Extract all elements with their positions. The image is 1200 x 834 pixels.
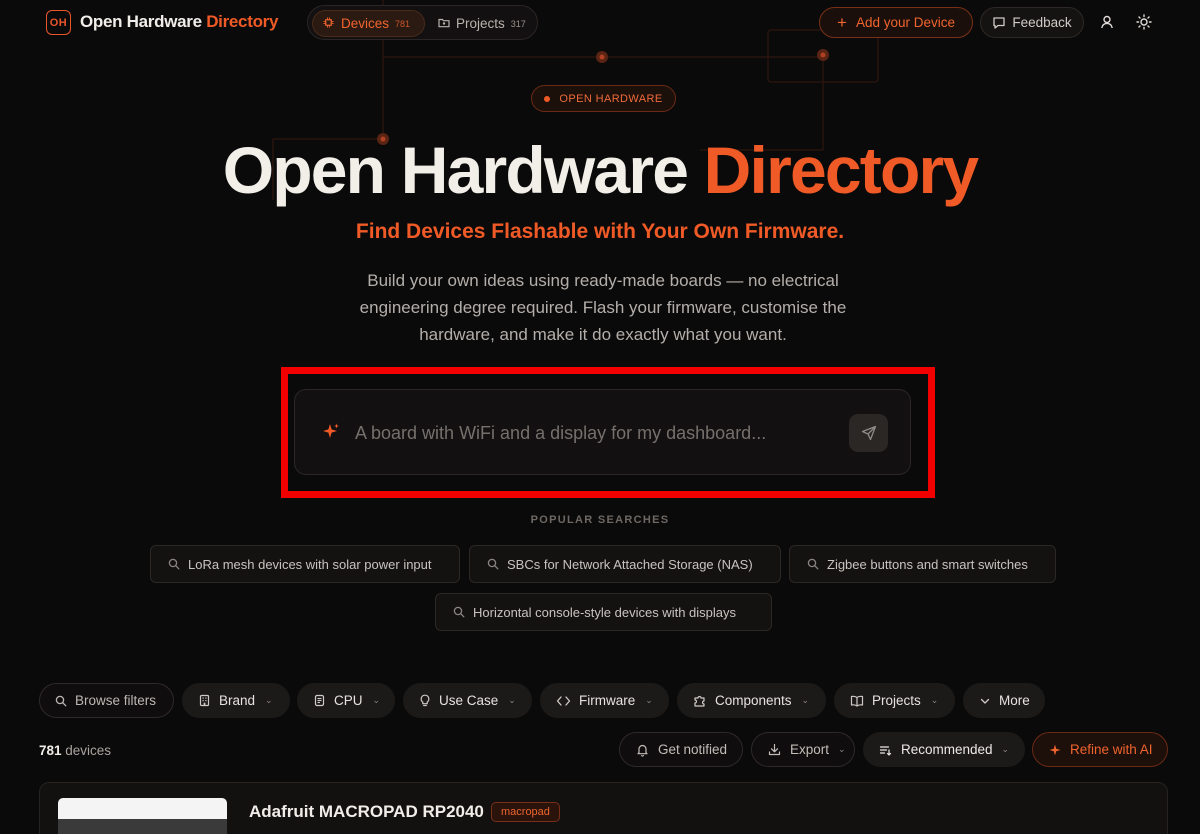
filter-use-case[interactable]: Use Case ⌄ [403, 683, 532, 718]
search-input[interactable] [355, 420, 825, 446]
popular-searches-label: POPULAR SEARCHES [530, 514, 670, 526]
feedback-button[interactable]: Feedback [980, 7, 1084, 38]
brand-title[interactable]: Open Hardware Directory [80, 12, 278, 32]
chevron-down-icon: ⌄ [838, 744, 846, 754]
hero-tagline: Find Devices Flashable with Your Own Fir… [355, 220, 845, 243]
chevron-down-icon: ⌄ [1001, 744, 1010, 754]
popular-search-label: SBCs for Network Attached Storage (NAS) [507, 556, 753, 572]
brand-title-part2: Directory [206, 12, 279, 31]
refine-with-ai-label: Refine with AI [1070, 742, 1153, 757]
chevron-down-icon: ⌄ [508, 695, 516, 705]
lightbulb-icon [420, 694, 430, 706]
dot-icon [544, 95, 551, 102]
badge-label: OPEN HARDWARE [559, 92, 663, 105]
filter-more-label: More [999, 693, 1030, 708]
user-icon[interactable] [1097, 12, 1117, 32]
add-device-label: Add your Device [855, 15, 955, 30]
filter-projects-label: Projects [872, 693, 921, 708]
device-count-number: 781 [39, 743, 62, 758]
browse-filters-button[interactable]: Browse filters [39, 683, 174, 718]
chevron-down-icon [980, 698, 990, 704]
brand-title-part1: Open Hardware [80, 12, 207, 31]
chevron-down-icon: ⌄ [372, 695, 381, 705]
device-name[interactable]: Adafruit MACROPAD RP2040 [249, 802, 484, 822]
book-icon [850, 695, 864, 707]
nav-tab-projects[interactable]: Projects 317 [428, 10, 533, 37]
chevron-down-icon: ⌄ [801, 695, 810, 705]
popular-search-label: LoRa mesh devices with solar power input [188, 556, 432, 572]
popular-search-chip[interactable]: Horizontal console-style devices with di… [435, 593, 772, 631]
nav-tab-devices-count: 781 [395, 18, 411, 29]
filter-more[interactable]: More [963, 683, 1045, 718]
sun-icon[interactable] [1134, 12, 1154, 32]
search-icon [55, 695, 67, 706]
feedback-label: Feedback [1012, 15, 1072, 30]
search-icon [487, 558, 499, 570]
cpu-icon [314, 694, 325, 707]
chevron-down-icon: ⌄ [645, 695, 653, 705]
folder-icon [438, 17, 456, 31]
filter-components[interactable]: Components ⌄ [677, 683, 826, 718]
popular-search-chip[interactable]: Zigbee buttons and smart switches [789, 545, 1056, 583]
export-button[interactable]: Export ⌄ [751, 732, 855, 767]
hero-title-part2: Directory [703, 133, 979, 207]
hero-title-part1: Open Hardware [222, 133, 704, 207]
filter-brand-label: Brand [219, 693, 256, 708]
nav-tab-projects-count: 317 [510, 18, 526, 29]
filter-firmware[interactable]: Firmware ⌄ [540, 683, 669, 718]
download-icon [768, 743, 781, 756]
refine-with-ai-button[interactable]: Refine with AI [1032, 732, 1168, 767]
get-notified-label: Get notified [658, 742, 728, 757]
device-tag[interactable]: macropad [491, 802, 560, 822]
hero-description: Build your own ideas using ready-made bo… [359, 271, 847, 344]
main-nav: Devices 781 Projects 317 [307, 5, 538, 40]
logo-icon[interactable]: OH [46, 10, 71, 35]
filter-firmware-label: Firmware [579, 693, 636, 708]
filter-brand[interactable]: Brand ⌄ [182, 683, 290, 718]
popular-search-label: Horizontal console-style devices with di… [473, 604, 737, 620]
search-icon [168, 558, 180, 570]
search-icon [453, 606, 465, 618]
chevron-down-icon: ⌄ [930, 695, 939, 705]
device-image-strip [58, 819, 227, 834]
nav-tab-devices[interactable]: Devices 781 [312, 10, 425, 37]
sort-dropdown[interactable]: Recommended ⌄ [863, 732, 1025, 767]
export-label: Export [790, 742, 830, 757]
hero-title: Open Hardware Directory [0, 132, 1200, 208]
sparkle-icon [1049, 744, 1061, 755]
message-icon [993, 16, 1005, 29]
filter-cpu[interactable]: CPU ⌄ [297, 683, 395, 718]
browse-filters-label: Browse filters [75, 693, 157, 708]
open-hardware-badge: OPEN HARDWARE [531, 85, 676, 112]
plus-icon: + [837, 13, 847, 32]
sparkle-icon [323, 423, 339, 438]
filter-cpu-label: CPU [334, 693, 363, 708]
send-icon [861, 425, 876, 441]
send-button[interactable] [849, 414, 888, 452]
chevron-down-icon: ⌄ [265, 695, 273, 705]
code-icon [556, 695, 571, 706]
search-icon [807, 558, 819, 570]
bell-icon [637, 744, 648, 757]
filter-projects[interactable]: Projects ⌄ [834, 683, 955, 718]
get-notified-button[interactable]: Get notified [619, 732, 743, 767]
popular-search-label: Zigbee buttons and smart switches [827, 556, 1028, 572]
nav-tab-devices-label: Devices [341, 16, 390, 31]
popular-search-chip[interactable]: LoRa mesh devices with solar power input [150, 545, 460, 583]
sort-icon [879, 745, 892, 756]
device-count: 781 devices [39, 743, 111, 758]
device-card[interactable]: Adafruit MACROPAD RP2040 macropad [39, 782, 1168, 834]
puzzle-icon [694, 695, 705, 707]
top-header: OH Open Hardware Directory Devices 781 P… [0, 0, 1200, 46]
nav-tab-projects-label: Projects [456, 16, 505, 31]
ai-search-box[interactable] [294, 389, 911, 475]
building-icon [199, 694, 210, 707]
device-count-suffix: devices [61, 743, 112, 758]
chip-icon [323, 16, 341, 31]
popular-search-chip[interactable]: SBCs for Network Attached Storage (NAS) [469, 545, 781, 583]
add-device-button[interactable]: + Add your Device [819, 7, 973, 38]
sort-label: Recommended [901, 742, 993, 757]
filter-components-label: Components [715, 693, 792, 708]
filter-use-case-label: Use Case [439, 693, 499, 708]
